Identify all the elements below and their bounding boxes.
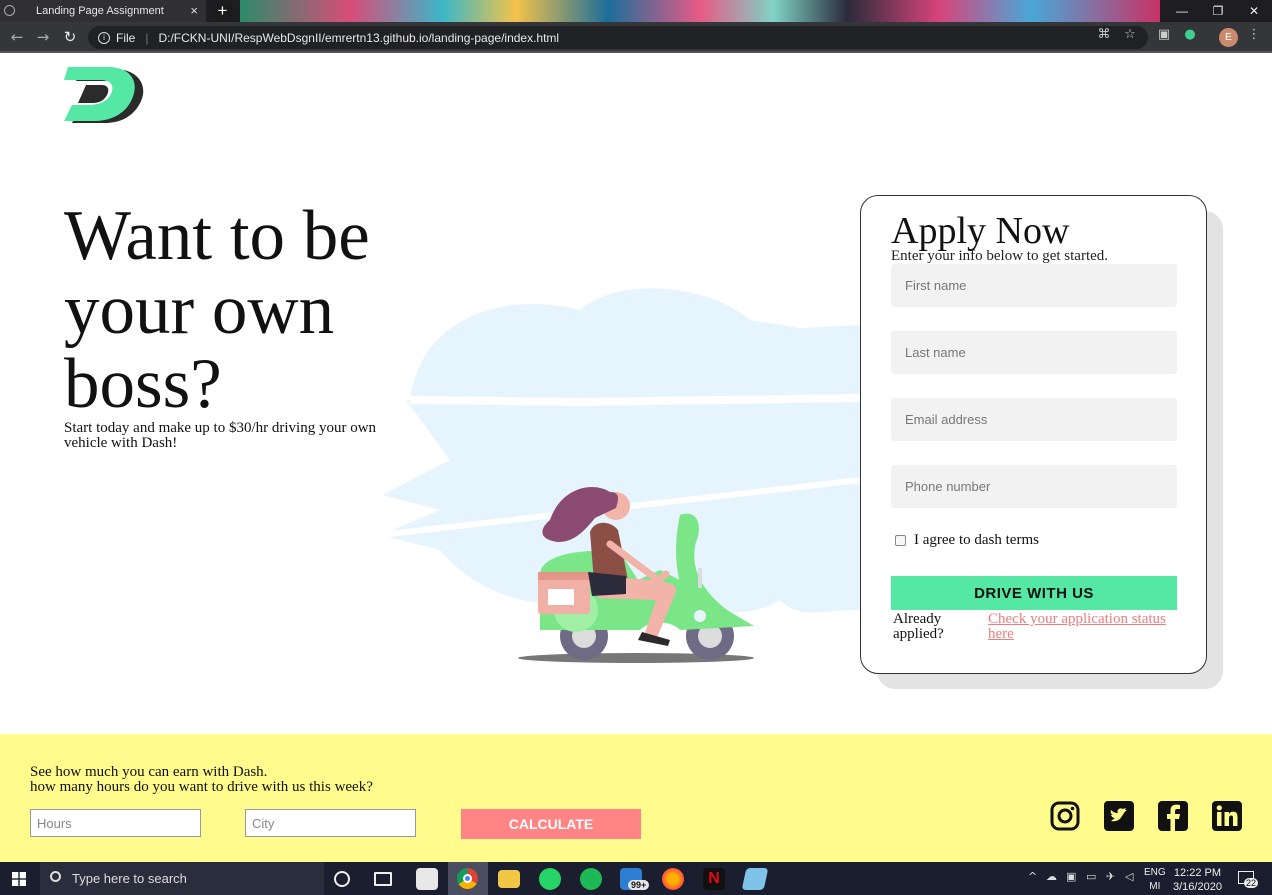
mail-badge: 99+ — [628, 880, 650, 890]
windows-taskbar: Type here to search 99+ N ^ ☁ ▣ ▭ ✈ ◁ EN… — [0, 862, 1272, 895]
security-icon[interactable]: ▣ — [1066, 870, 1076, 883]
email-field[interactable] — [891, 398, 1177, 441]
windows-start-icon[interactable] — [12, 872, 26, 886]
twitter-icon[interactable] — [1104, 801, 1134, 831]
tabstrip-background-art — [240, 0, 1160, 22]
language-indicator[interactable]: ENG MI — [1144, 866, 1166, 894]
bookmark-star-icon[interactable]: ☆ — [1122, 27, 1138, 43]
show-hidden-icons-chevron[interactable]: ^ — [1028, 870, 1037, 883]
restore-button[interactable]: ❐ — [1200, 0, 1236, 22]
dash-logo — [64, 67, 144, 123]
hero-subtitle: Start today and make up to $30/hr drivin… — [64, 420, 377, 451]
microsoft-store-icon[interactable] — [416, 868, 438, 890]
terms-row[interactable]: I agree to dash terms — [895, 532, 1039, 549]
url-text[interactable]: D:/FCKN-UNI/RespWebDsgnII/emrertn13.gith… — [158, 31, 559, 45]
globe-icon — [4, 5, 15, 16]
grammarly-icon[interactable]: ● — [1182, 27, 1198, 43]
taskbar-search-box[interactable]: Type here to search — [40, 862, 324, 895]
instagram-icon[interactable] — [1050, 801, 1080, 831]
browser-tab[interactable]: Landing Page Assignment × — [0, 0, 206, 22]
info-icon[interactable]: i — [98, 31, 110, 44]
notepad-icon[interactable] — [741, 868, 769, 890]
profile-avatar[interactable]: E — [1219, 28, 1238, 47]
clock-date: 3/16/2020 — [1173, 881, 1222, 893]
reload-icon[interactable]: ↻ — [61, 28, 79, 46]
window-close-button[interactable]: ✕ — [1236, 0, 1272, 22]
language-line-1: ENG — [1144, 867, 1166, 878]
browser-tabstrip: Landing Page Assignment × + — ❐ ✕ — [0, 0, 1272, 22]
tab-close-icon[interactable]: × — [190, 3, 198, 18]
notification-count-badge: 22 — [1244, 878, 1259, 888]
whatsapp-icon[interactable] — [539, 868, 561, 890]
calculate-button[interactable]: CALCULATE — [461, 809, 641, 839]
scheme-label: File — [116, 30, 136, 45]
onedrive-icon[interactable]: ☁ — [1046, 870, 1057, 883]
cortana-icon[interactable] — [334, 871, 350, 887]
chrome-icon-center — [463, 874, 472, 883]
terms-label: I agree to dash terms — [914, 532, 1039, 548]
earnings-line-2: how many hours do you want to drive with… — [30, 779, 373, 795]
forward-icon[interactable]: → — [34, 28, 52, 46]
drive-with-us-button[interactable]: DRIVE WITH US — [891, 576, 1177, 610]
address-separator: | — [145, 30, 149, 45]
apply-title: Apply Now — [891, 210, 1070, 252]
first-name-field[interactable] — [891, 264, 1177, 307]
new-tab-button[interactable]: + — [212, 1, 233, 21]
landing-page: Want to be your own boss? Start today an… — [0, 55, 1272, 862]
earnings-prompt: See how much you can earn with Dash. how… — [30, 765, 373, 795]
terms-checkbox[interactable] — [895, 535, 906, 546]
back-icon[interactable]: ← — [8, 28, 26, 46]
apply-subtitle: Enter your info below to get started. — [891, 248, 1109, 264]
hero-title: Want to be your own boss? — [64, 197, 370, 423]
earnings-calculator-band: See how much you can earn with Dash. how… — [0, 734, 1272, 862]
facebook-icon[interactable] — [1158, 801, 1188, 831]
chrome-taskbar-active[interactable] — [448, 862, 488, 895]
firefox-icon[interactable] — [662, 868, 684, 890]
browser-toolbar: ← → ↻ i File | D:/FCKN-UNI/RespWebDsgnII… — [0, 22, 1272, 53]
language-line-2: MI — [1149, 881, 1161, 892]
task-view-icon[interactable] — [374, 872, 392, 886]
linkedin-icon[interactable] — [1212, 801, 1242, 831]
application-status-link[interactable]: Check your application status here — [988, 612, 1173, 642]
spotify-icon[interactable] — [580, 868, 602, 890]
airplane-mode-icon[interactable]: ✈ — [1106, 870, 1115, 883]
system-clock[interactable]: 12:22 PM 3/16/2020 — [1173, 866, 1222, 894]
earnings-line-1: See how much you can earn with Dash. — [30, 764, 268, 780]
tab-title: Landing Page Assignment — [36, 5, 164, 17]
city-input[interactable] — [245, 809, 416, 837]
netflix-icon[interactable]: N — [703, 868, 725, 890]
address-bar[interactable]: i File | D:/FCKN-UNI/RespWebDsgnII/emrer… — [88, 26, 1148, 49]
battery-icon[interactable]: ▭ — [1086, 870, 1096, 883]
clock-time: 12:22 PM — [1173, 867, 1222, 879]
volume-icon[interactable]: ◁ — [1125, 870, 1133, 883]
search-icon — [50, 871, 61, 882]
hours-input[interactable] — [30, 809, 201, 837]
extension-icon[interactable]: ▣ — [1156, 27, 1172, 43]
translate-icon[interactable]: ⌘ — [1096, 27, 1112, 43]
file-explorer-icon[interactable] — [498, 870, 520, 888]
apply-form: Apply Now Enter your info below to get s… — [860, 195, 1207, 674]
last-name-field[interactable] — [891, 331, 1177, 374]
minimize-button[interactable]: — — [1164, 0, 1200, 22]
menu-icon[interactable]: ⋮ — [1246, 27, 1262, 43]
scooter-illustration — [380, 288, 860, 663]
taskbar-search-placeholder: Type here to search — [72, 871, 187, 886]
already-applied-text: Already applied? — [893, 611, 944, 642]
phone-field[interactable] — [891, 465, 1177, 508]
